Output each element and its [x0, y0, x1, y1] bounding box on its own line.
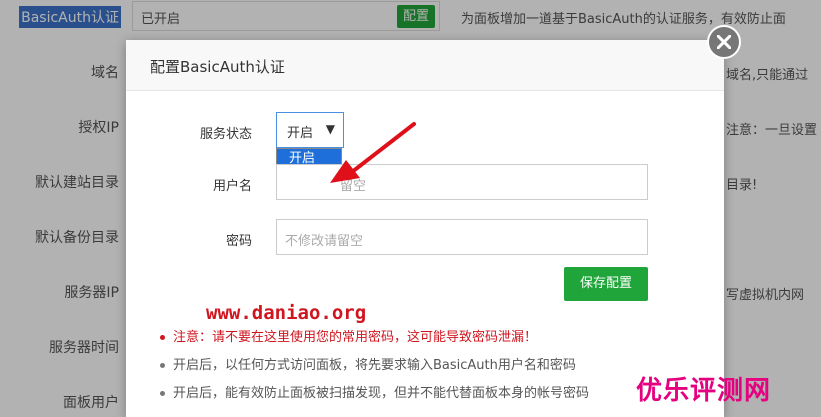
brand-watermark: 优乐评测网	[636, 376, 772, 406]
annotation-arrow-icon	[330, 122, 416, 183]
